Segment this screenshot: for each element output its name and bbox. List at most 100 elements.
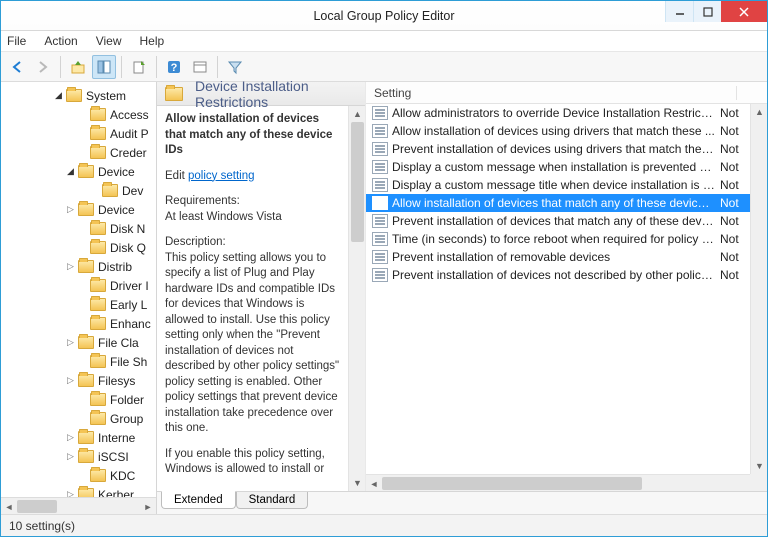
- expander-spacer: [77, 109, 88, 120]
- folder-icon: [78, 431, 94, 444]
- requirements-label: Requirements:: [165, 194, 340, 210]
- tree-item[interactable]: KDC: [1, 466, 156, 485]
- tree-item-label: File Cla: [98, 336, 139, 350]
- expander-icon[interactable]: ▷: [65, 489, 76, 497]
- tree-item[interactable]: Folder: [1, 390, 156, 409]
- tree-item[interactable]: Early L: [1, 295, 156, 314]
- tree-item[interactable]: ◢Device: [1, 162, 156, 181]
- expander-icon[interactable]: ▷: [65, 432, 76, 443]
- list-item[interactable]: Display a custom message title when devi…: [366, 176, 750, 194]
- list-item-label: Allow installation of devices using driv…: [392, 124, 720, 138]
- toolbar: ?: [1, 52, 767, 82]
- tree-item[interactable]: Driver I: [1, 276, 156, 295]
- filter-button[interactable]: [223, 55, 247, 79]
- tree-item-label: Device: [98, 203, 135, 217]
- titlebar[interactable]: Local Group Policy Editor: [1, 1, 767, 31]
- page-header: Device Installation Restrictions: [157, 82, 365, 106]
- policy-icon: [372, 160, 388, 174]
- list-item[interactable]: Prevent installation of devices that mat…: [366, 212, 750, 230]
- help-button[interactable]: ?: [162, 55, 186, 79]
- expander-icon[interactable]: ▷: [65, 337, 76, 348]
- list-item[interactable]: Prevent installation of devices not desc…: [366, 266, 750, 284]
- expander-icon[interactable]: ▷: [65, 451, 76, 462]
- close-button[interactable]: [721, 1, 767, 22]
- list-item[interactable]: Prevent installation of removable device…: [366, 248, 750, 266]
- requirements-value: At least Windows Vista: [165, 210, 340, 226]
- tab-extended[interactable]: Extended: [161, 491, 236, 509]
- tree-item[interactable]: Enhanc: [1, 314, 156, 333]
- tree-item[interactable]: Audit P: [1, 124, 156, 143]
- forward-button[interactable]: [31, 55, 55, 79]
- list-header[interactable]: Setting: [366, 82, 767, 104]
- list-item-label: Allow installation of devices that match…: [392, 196, 720, 210]
- tree-item[interactable]: ▷iSCSI: [1, 447, 156, 466]
- folder-icon: [90, 108, 106, 121]
- expander-icon[interactable]: ▷: [65, 375, 76, 386]
- tree-item[interactable]: ▷ Device: [1, 200, 156, 219]
- expander-icon[interactable]: ◢: [53, 90, 64, 101]
- policy-icon: [372, 142, 388, 156]
- folder-icon: [78, 260, 94, 273]
- list-item[interactable]: Allow installation of devices that match…: [366, 194, 750, 212]
- folder-icon: [165, 87, 183, 101]
- folder-icon: [90, 241, 106, 254]
- column-setting[interactable]: Setting: [366, 86, 737, 100]
- list-item-label: Time (in seconds) to force reboot when r…: [392, 232, 720, 246]
- list-item[interactable]: Allow installation of devices using driv…: [366, 122, 750, 140]
- list-item[interactable]: Time (in seconds) to force reboot when r…: [366, 230, 750, 248]
- expander-spacer: [77, 223, 88, 234]
- folder-icon: [90, 469, 106, 482]
- list-item[interactable]: Display a custom message when installati…: [366, 158, 750, 176]
- export-button[interactable]: [127, 55, 151, 79]
- edit-policy-link[interactable]: policy setting: [188, 170, 254, 182]
- expander-icon[interactable]: ▷: [65, 204, 76, 215]
- tree-item[interactable]: Dev: [1, 181, 156, 200]
- folder-icon: [90, 127, 106, 140]
- expander-spacer: [77, 280, 88, 291]
- tree-item-label: Audit P: [110, 127, 149, 141]
- tree-item-label: Driver I: [110, 279, 149, 293]
- folder-icon: [78, 488, 94, 497]
- tree-item[interactable]: ◢System: [1, 86, 156, 105]
- tree-item-label: Disk N: [110, 222, 145, 236]
- settings-list[interactable]: Allow administrators to override Device …: [366, 104, 750, 474]
- list-item[interactable]: Prevent installation of devices using dr…: [366, 140, 750, 158]
- tree-item[interactable]: File Sh: [1, 352, 156, 371]
- minimize-button[interactable]: [665, 1, 693, 22]
- expander-icon[interactable]: ▷: [65, 261, 76, 272]
- back-button[interactable]: [5, 55, 29, 79]
- tree-item[interactable]: Access: [1, 105, 156, 124]
- tree-item[interactable]: ▷ Interne: [1, 428, 156, 447]
- tree[interactable]: ◢System Access Audit P Creder◢Device Dev ▷ Dev…: [1, 82, 156, 497]
- tree-item[interactable]: ▷Kerber: [1, 485, 156, 497]
- details-vscrollbar[interactable]: ▲▼: [348, 106, 365, 491]
- tree-item[interactable]: Disk N: [1, 219, 156, 238]
- tab-standard[interactable]: Standard: [236, 492, 309, 509]
- tree-item-label: Interne: [98, 431, 135, 445]
- tree-hscrollbar[interactable]: ◄►: [1, 497, 156, 514]
- svg-text:?: ?: [171, 62, 178, 74]
- tree-item[interactable]: ▷ File Cla: [1, 333, 156, 352]
- maximize-button[interactable]: [693, 1, 721, 22]
- list-item[interactable]: Allow administrators to override Device …: [366, 104, 750, 122]
- tree-item-label: Dev: [122, 184, 143, 198]
- tree-item[interactable]: Creder: [1, 143, 156, 162]
- tree-item[interactable]: Disk Q: [1, 238, 156, 257]
- up-button[interactable]: [66, 55, 90, 79]
- tree-item[interactable]: ▷Filesys: [1, 371, 156, 390]
- menu-view[interactable]: View: [96, 34, 122, 48]
- list-hscrollbar[interactable]: ◄►: [366, 474, 767, 491]
- menu-file[interactable]: File: [7, 34, 26, 48]
- tree-item[interactable]: ▷Distrib: [1, 257, 156, 276]
- expander-spacer: [77, 470, 88, 481]
- tree-item-label: Access: [110, 108, 149, 122]
- expander-icon[interactable]: ◢: [65, 166, 76, 177]
- menu-help[interactable]: Help: [140, 34, 165, 48]
- list-vscrollbar[interactable]: ▲▼: [750, 104, 767, 474]
- properties-button[interactable]: [188, 55, 212, 79]
- tree-item[interactable]: Group: [1, 409, 156, 428]
- menu-action[interactable]: Action: [44, 34, 77, 48]
- expander-spacer: [77, 318, 88, 329]
- menubar: File Action View Help: [1, 31, 767, 52]
- show-tree-button[interactable]: [92, 55, 116, 79]
